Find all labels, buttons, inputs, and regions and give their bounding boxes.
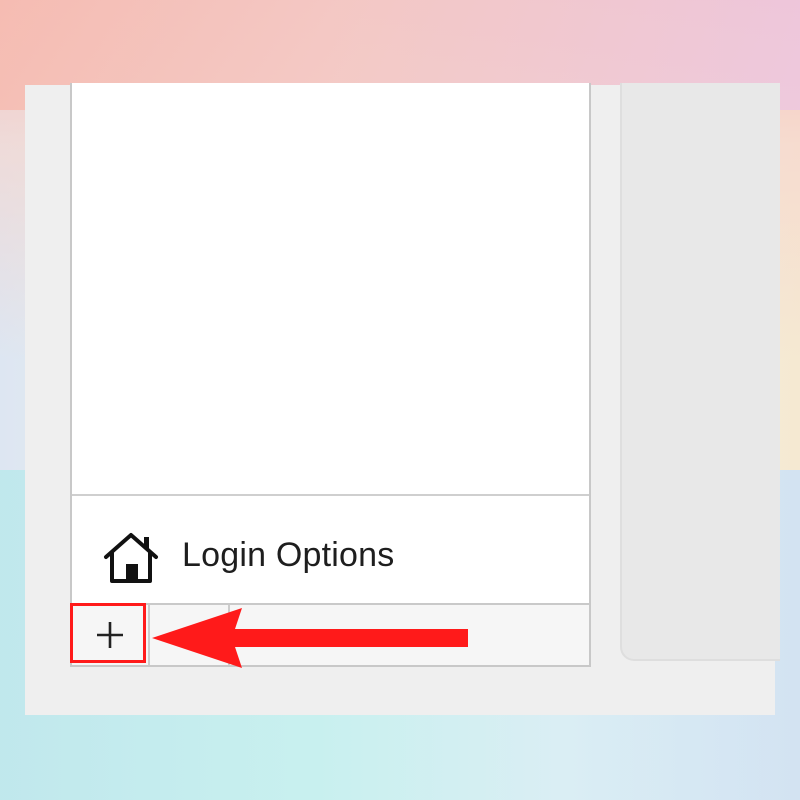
house-icon — [102, 531, 160, 585]
add-button[interactable] — [72, 605, 148, 665]
login-options-item[interactable]: Login Options — [72, 496, 589, 603]
user-list-panel: Login Options — [70, 83, 591, 667]
red-arrow-annotation — [152, 608, 468, 668]
plus-icon — [97, 622, 123, 648]
details-panel — [620, 83, 780, 661]
login-options-label: Login Options — [182, 536, 395, 574]
